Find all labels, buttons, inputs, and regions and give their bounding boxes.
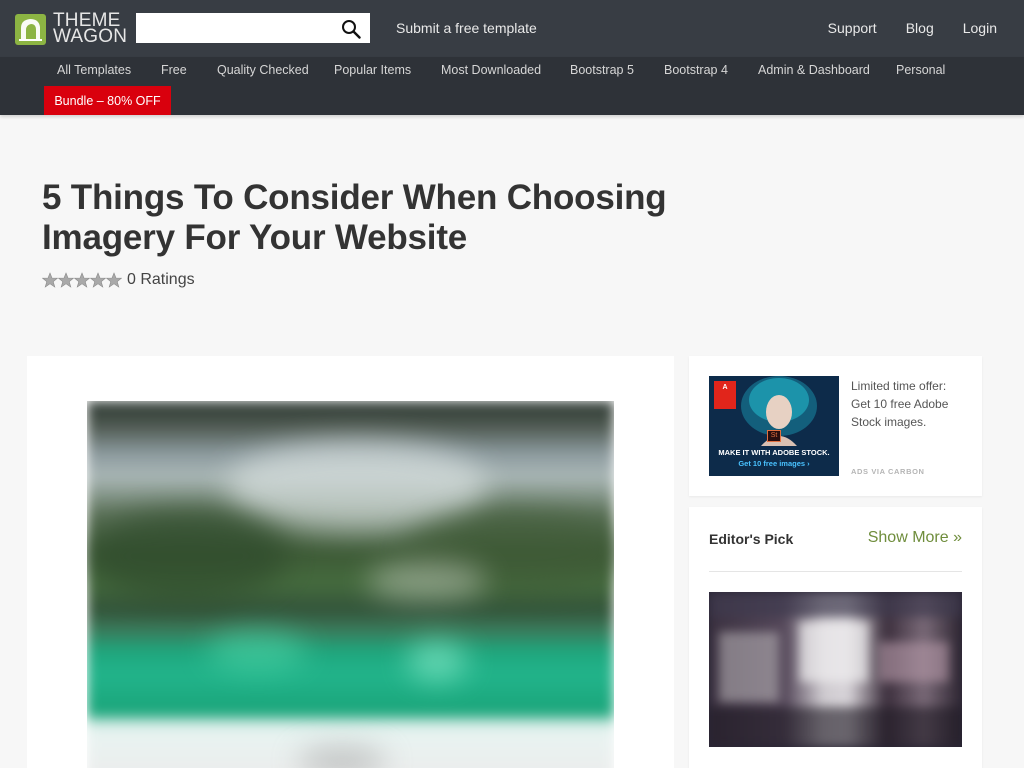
nav-popular-items[interactable]: Popular Items [334, 63, 411, 77]
submit-template-link[interactable]: Submit a free template [396, 20, 537, 36]
themewagon-logo[interactable]: THEME WAGON [15, 11, 128, 47]
article-hero-image [87, 401, 614, 768]
ad-image-cta: Get 10 free images › [738, 459, 810, 468]
ad-text-link[interactable]: Limited time offer: Get 10 free Adobe St… [851, 377, 961, 431]
blog-link[interactable]: Blog [906, 20, 934, 36]
page-title: 5 Things To Consider When Choosing Image… [42, 178, 667, 257]
show-more-link[interactable]: Show More » [868, 529, 962, 547]
login-link[interactable]: Login [963, 20, 997, 36]
nav-personal[interactable]: Personal [896, 63, 945, 77]
star-icon[interactable] [74, 272, 90, 288]
star-icon[interactable] [90, 272, 106, 288]
nav-free[interactable]: Free [161, 63, 187, 77]
editors-pick-thumbnail[interactable] [709, 592, 962, 747]
ad-image-caption: MAKE IT WITH ADOBE STOCK. [718, 448, 830, 457]
search-icon[interactable] [341, 19, 361, 39]
adobe-stock-ad-image[interactable]: A St MAKE IT WITH ADOBE STOCK. Get 10 fr… [709, 376, 839, 476]
logo-line2: WAGON [53, 26, 128, 47]
nav-quality-checked[interactable]: Quality Checked [217, 63, 309, 77]
account-nav: Support Blog Login [799, 20, 997, 36]
nav-most-downloaded[interactable]: Most Downloaded [441, 63, 541, 77]
star-icon[interactable] [106, 272, 122, 288]
star-icon[interactable] [58, 272, 74, 288]
adobe-logo-icon: A [714, 381, 736, 409]
horse-logo-icon [15, 13, 46, 45]
logo-text: THEME WAGON [53, 11, 128, 47]
category-nav: All Templates Free Quality Checked Popul… [0, 57, 1024, 115]
support-link[interactable]: Support [828, 20, 877, 36]
star-rating[interactable] [42, 272, 122, 288]
adobe-stock-icon: St [767, 430, 781, 442]
nav-all-templates[interactable]: All Templates [57, 63, 131, 77]
rating-count: 0 Ratings [127, 271, 195, 288]
divider [709, 571, 962, 572]
nav-admin-dashboard[interactable]: Admin & Dashboard [758, 63, 870, 77]
search-box [136, 13, 370, 43]
editors-pick-title: Editor's Pick [709, 531, 794, 547]
top-header: THEME WAGON Submit a free template Suppo… [0, 0, 1024, 57]
carbon-ad: A St MAKE IT WITH ADOBE STOCK. Get 10 fr… [689, 356, 982, 496]
rating: 0 Ratings [42, 271, 195, 289]
editors-pick-card: Editor's Pick Show More » [689, 507, 982, 768]
search-input[interactable] [136, 13, 336, 43]
article-content-card [27, 356, 674, 768]
bundle-offer-button[interactable]: Bundle – 80% OFF [44, 86, 171, 115]
nav-bootstrap-4[interactable]: Bootstrap 4 [664, 63, 728, 77]
ads-via-carbon-link[interactable]: ADS VIA CARBON [851, 467, 925, 476]
star-icon[interactable] [42, 272, 58, 288]
nav-bootstrap-5[interactable]: Bootstrap 5 [570, 63, 634, 77]
